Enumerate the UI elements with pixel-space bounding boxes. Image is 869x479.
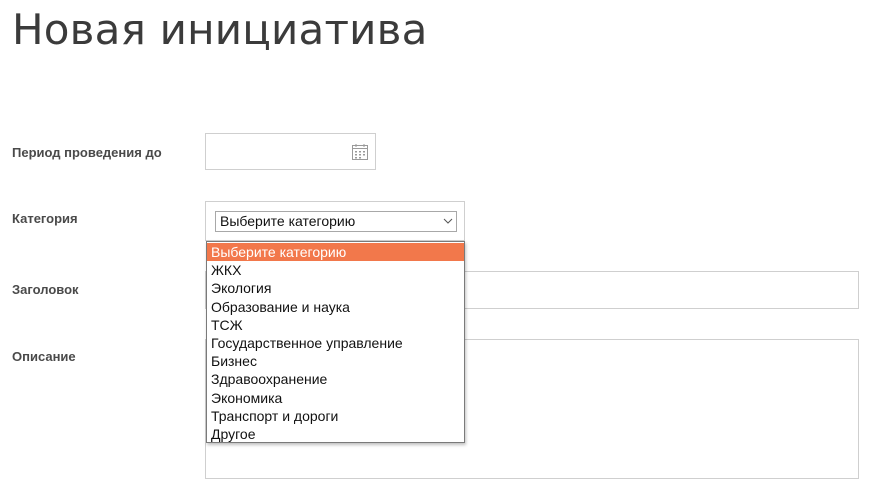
- category-option-tszh[interactable]: ТСЖ: [207, 316, 464, 334]
- category-label: Категория: [12, 211, 78, 226]
- category-option-ecology[interactable]: Экология: [207, 279, 464, 297]
- category-option-zhkh[interactable]: ЖКХ: [207, 261, 464, 279]
- period-date-input[interactable]: [205, 133, 376, 170]
- category-select[interactable]: Выберите категорию: [215, 211, 457, 232]
- category-option-select[interactable]: Выберите категорию: [207, 243, 464, 262]
- category-option-business[interactable]: Бизнес: [207, 352, 464, 370]
- chevron-down-icon: [443, 218, 453, 224]
- category-option-other[interactable]: Другое: [207, 425, 464, 443]
- category-option-healthcare[interactable]: Здравоохранение: [207, 370, 464, 388]
- category-select-value: Выберите категорию: [220, 213, 356, 229]
- calendar-icon[interactable]: [351, 143, 369, 161]
- category-select-wrapper: Выберите категорию: [205, 201, 465, 241]
- period-label: Период проведения до: [12, 145, 162, 160]
- description-label: Описание: [12, 349, 76, 364]
- category-option-economy[interactable]: Экономика: [207, 389, 464, 407]
- category-option-government[interactable]: Государственное управление: [207, 334, 464, 352]
- category-dropdown-list: Выберите категорию ЖКХ Экология Образова…: [206, 241, 465, 443]
- page-title: Новая инициатива: [12, 5, 428, 54]
- category-option-education[interactable]: Образование и наука: [207, 298, 464, 316]
- title-label: Заголовок: [12, 282, 79, 297]
- category-option-transport[interactable]: Транспорт и дороги: [207, 407, 464, 425]
